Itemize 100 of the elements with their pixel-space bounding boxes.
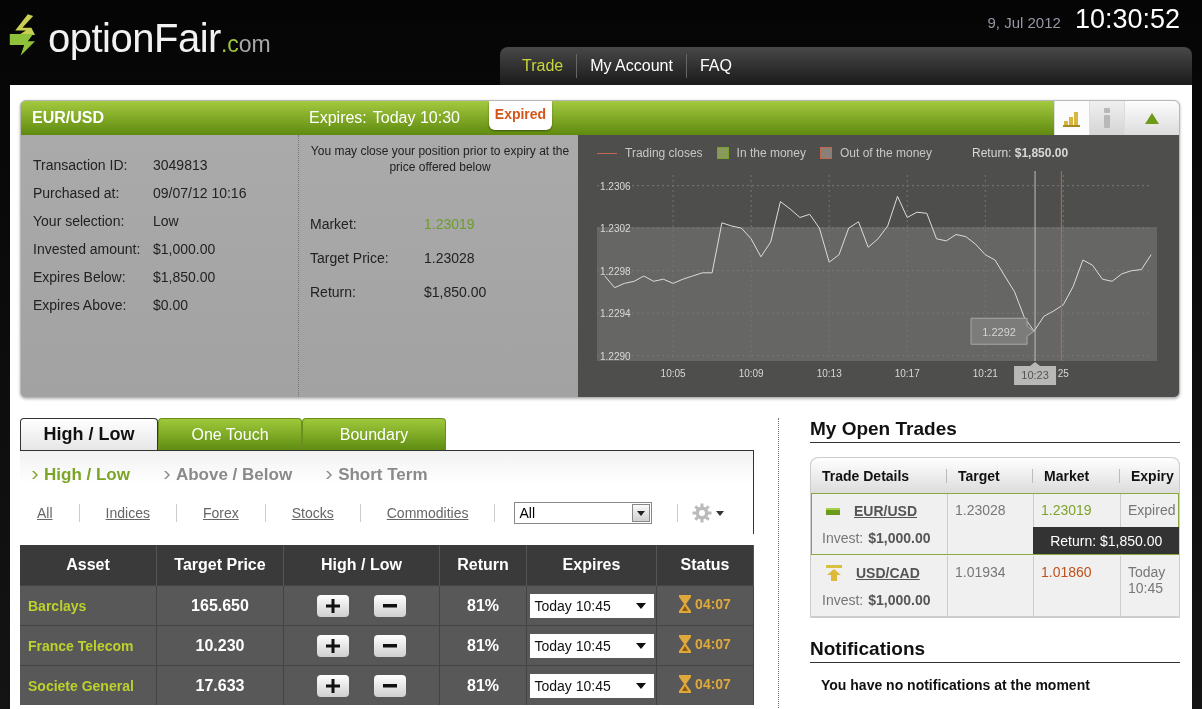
y-tick-label: 1.2290 xyxy=(600,350,631,362)
sub-tab[interactable]: Short Term xyxy=(326,465,428,485)
quote-label: Target Price: xyxy=(310,250,390,266)
low-button[interactable] xyxy=(373,594,406,617)
trade-row[interactable]: EUR/USD Invest: $1,000.00 1.23028 1.23019 Expired Return: $1,850.00 xyxy=(811,493,1179,555)
sub-tab[interactable]: Above / Below xyxy=(163,465,293,485)
x-tick-label: 10:17 xyxy=(894,368,920,379)
swatch-icon xyxy=(819,147,832,159)
detail-label: Invested amount: xyxy=(33,241,142,257)
quote-label: Return: xyxy=(310,284,357,300)
target-value: 1.23028 xyxy=(955,502,1006,518)
y-tick-label: 1.2298 xyxy=(600,265,631,277)
hourglass-icon xyxy=(679,594,692,613)
plus-icon xyxy=(326,678,341,693)
legend-label: Trading closes xyxy=(625,146,703,160)
return-percent: 81% xyxy=(439,625,527,666)
trade-pair-link[interactable]: USD/CAD xyxy=(856,565,920,581)
minus-icon xyxy=(382,643,397,648)
y-tick-label: 1.2302 xyxy=(600,223,631,235)
detail-label: Your selection: xyxy=(33,213,126,229)
low-button[interactable] xyxy=(373,634,406,657)
bar-chart-icon xyxy=(1063,109,1081,127)
detail-value: $0.00 xyxy=(153,297,189,313)
return-banner: Return: $1,850.00 xyxy=(1033,527,1180,554)
detail-label: Expires Above: xyxy=(33,297,128,313)
asset-name[interactable]: France Telecom xyxy=(20,625,157,666)
expiry-select[interactable]: Today 10:45 xyxy=(529,593,654,618)
high-button[interactable] xyxy=(317,594,350,617)
hourglass-icon xyxy=(679,634,692,653)
collapse-button[interactable] xyxy=(1124,101,1179,135)
column-header: Expires xyxy=(526,545,657,586)
trade-pair-link[interactable]: EUR/USD xyxy=(854,503,917,519)
market-value: 1.23019 xyxy=(1041,502,1092,518)
y-tick-label: 1.2294 xyxy=(600,308,631,320)
logo-domain: .com xyxy=(220,33,271,56)
option-tab[interactable]: High / Low xyxy=(20,418,158,450)
settings-button[interactable] xyxy=(692,503,725,523)
quote-value: 1.23028 xyxy=(424,250,475,266)
low-button[interactable] xyxy=(373,674,406,697)
filter-link[interactable]: Indices xyxy=(105,505,150,521)
countdown-time: 04:07 xyxy=(695,595,731,612)
hourglass-icon xyxy=(679,674,692,693)
legend-label: Out of the money xyxy=(839,146,933,160)
x-tick-label: 10:13 xyxy=(816,368,842,379)
quote-value: $1,850.00 xyxy=(424,284,487,300)
x-tick-label: 10:09 xyxy=(738,368,764,379)
filter-link[interactable]: All xyxy=(37,505,53,521)
high-button[interactable] xyxy=(317,634,350,657)
column-header: Return xyxy=(439,545,527,586)
clock-time: 10:30:52 xyxy=(1074,4,1180,35)
annotation: 1.2292 xyxy=(982,326,1016,339)
logo-text: optionFair xyxy=(48,18,221,58)
nav-link[interactable]: My Account xyxy=(590,57,686,75)
chart-view-tab[interactable] xyxy=(1054,101,1089,135)
caret-icon xyxy=(635,642,646,649)
filter-link[interactable]: Commodities xyxy=(386,505,469,521)
nav-link[interactable]: FAQ xyxy=(699,57,745,75)
column-header: Status xyxy=(656,545,754,586)
plus-icon xyxy=(326,638,341,653)
asset-title: EUR/USD xyxy=(32,109,105,127)
swatch-icon xyxy=(716,147,729,159)
caret-icon xyxy=(716,510,725,516)
trade-row[interactable]: USD/CAD Invest: $1,000.00 1.01934 1.01860 Today 10:45 xyxy=(811,555,1179,617)
asset-name[interactable]: Barclays xyxy=(20,585,157,626)
column-header: Asset xyxy=(20,545,157,586)
expires-label: Expires: xyxy=(309,109,367,127)
column-header: Target Price xyxy=(156,545,284,586)
time-tooltip: 10:23 xyxy=(1014,362,1057,385)
minus-icon xyxy=(382,683,397,688)
market-value: 1.01860 xyxy=(1041,564,1092,580)
high-button[interactable] xyxy=(317,674,350,697)
detail-label: Purchased at: xyxy=(33,185,121,201)
return-text: Return: $1,850.00 xyxy=(972,146,1069,160)
legend-label: In the money xyxy=(736,146,806,160)
detail-value: Low xyxy=(153,213,179,229)
expiry-select[interactable]: Today 10:45 xyxy=(529,633,654,658)
target-price: 165.650 xyxy=(156,585,284,626)
minus-bar-icon xyxy=(826,507,840,515)
section-title: My Open Trades xyxy=(810,418,1180,443)
invest-label: Invest: xyxy=(822,530,864,546)
info-icon xyxy=(1103,108,1111,128)
filter-link[interactable]: Forex xyxy=(202,505,239,521)
chevron-icon xyxy=(163,471,170,479)
target-price: 17.633 xyxy=(156,665,284,705)
caret-icon xyxy=(637,510,646,516)
invest-label: Invest: xyxy=(822,592,864,608)
filter-link[interactable]: Stocks xyxy=(291,505,334,521)
column-header: High / Low xyxy=(283,545,440,586)
column-header: Expiry xyxy=(1119,468,1179,483)
caret-icon xyxy=(635,682,646,689)
nav-link[interactable]: Trade xyxy=(522,57,577,75)
minus-icon xyxy=(382,603,397,608)
plus-icon xyxy=(326,598,341,613)
date-text: 9, Jul 2012 xyxy=(987,14,1061,31)
target-value: 1.01934 xyxy=(955,564,1006,580)
invest-amount: $1,000.00 xyxy=(868,530,931,546)
caret-icon xyxy=(635,602,646,609)
expiry-select[interactable]: Today 10:45 xyxy=(529,673,654,698)
asset-name[interactable]: Societe General xyxy=(20,665,157,705)
filter-select[interactable]: All xyxy=(514,502,653,524)
